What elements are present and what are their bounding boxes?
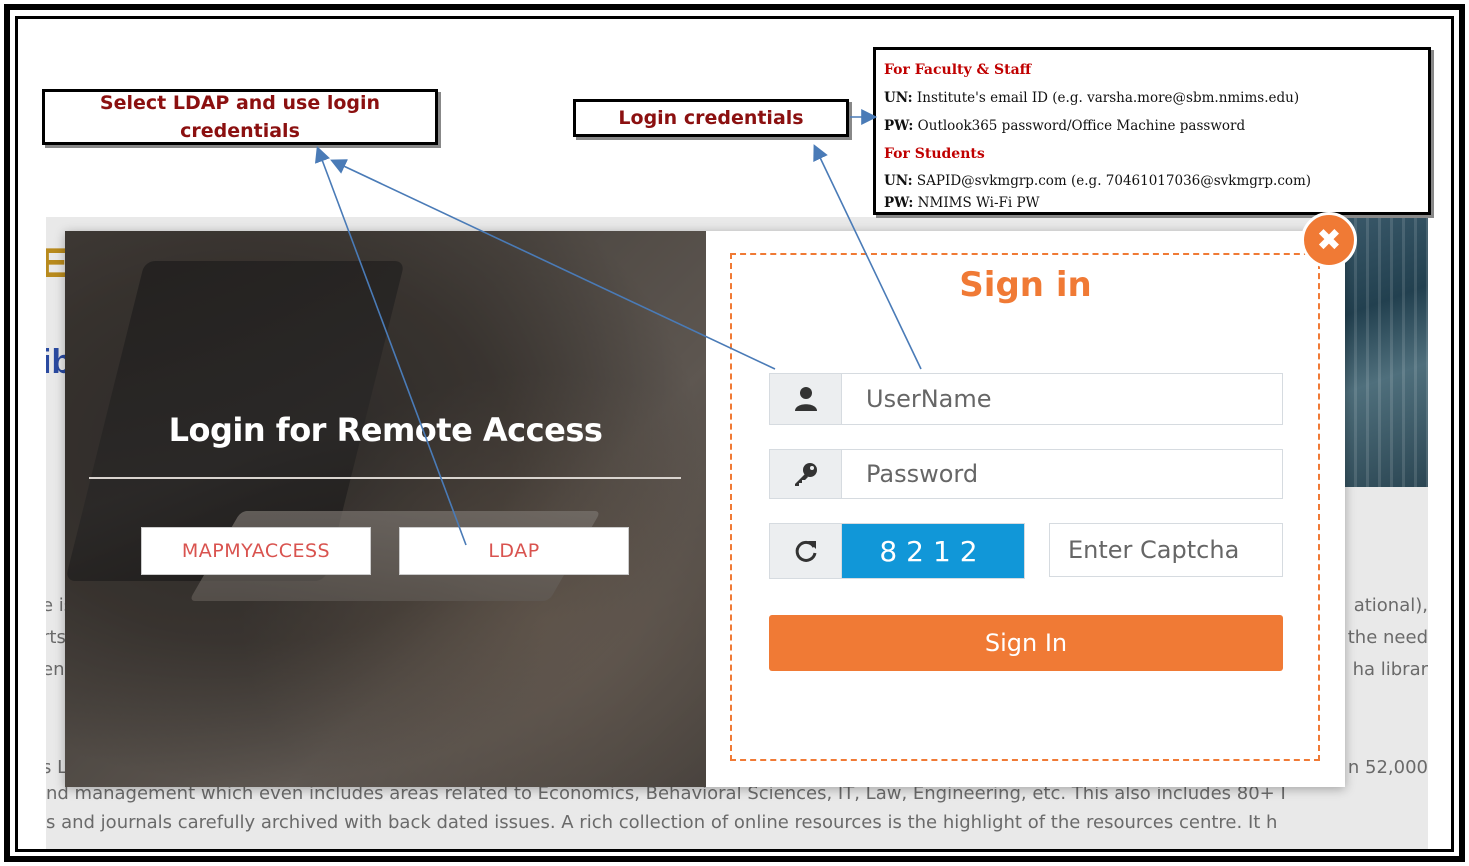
pw-label: PW: <box>884 195 914 211</box>
title-divider <box>89 477 681 479</box>
bg-right-fragment: ha librar <box>1352 659 1428 680</box>
faculty-un-text: Institute's email ID (e.g. varsha.more@s… <box>912 90 1300 106</box>
bg-left-fragment: rts <box>46 627 66 648</box>
students-password-line: PW: NMIMS Wi-Fi PW <box>884 194 1420 212</box>
students-un-text: SAPID@svkmgrp.com (e.g. 70461017036@svkm… <box>912 173 1312 189</box>
un-label: UN: <box>884 173 913 189</box>
captcha-group: 8212 <box>769 523 1025 579</box>
password-input[interactable] <box>842 450 1282 498</box>
students-pw-text: NMIMS Wi-Fi PW <box>913 195 1040 211</box>
signin-button[interactable]: Sign In <box>769 615 1283 671</box>
faculty-pw-text: Outlook365 password/Office Machine passw… <box>913 118 1246 134</box>
credentials-callout: Login credentials <box>573 99 849 137</box>
bg-paragraph-line: s and journals carefully archived with b… <box>46 812 1278 833</box>
captcha-input[interactable] <box>1049 523 1283 577</box>
modal-left-panel: Login for Remote Access MAPMYACCESS LDAP <box>65 231 706 787</box>
signin-form-border <box>730 253 1320 761</box>
students-heading: For Students <box>884 146 985 162</box>
user-icon <box>770 374 842 424</box>
modal-right-panel: Sign in 8212 Sign In <box>706 231 1345 787</box>
password-group <box>769 449 1283 499</box>
key-icon <box>770 450 842 498</box>
captcha-code: 8212 <box>842 524 1024 578</box>
un-label: UN: <box>884 90 913 106</box>
faculty-heading: For Faculty & Staff <box>884 62 1032 78</box>
mapmyaccess-button[interactable]: MAPMYACCESS <box>141 527 371 575</box>
login-modal: Login for Remote Access MAPMYACCESS LDAP… <box>65 231 1345 787</box>
signin-title: Sign in <box>959 265 1092 305</box>
students-username-line: UN: SAPID@svkmgrp.com (e.g. 70461017036@… <box>884 168 1420 194</box>
bg-right-fragment: the need <box>1347 627 1428 648</box>
refresh-captcha-icon[interactable] <box>770 524 842 578</box>
pw-label: PW: <box>884 118 914 134</box>
username-group <box>769 373 1283 425</box>
ldap-button[interactable]: LDAP <box>399 527 629 575</box>
image-overlay <box>65 231 706 787</box>
remote-access-title: Login for Remote Access <box>168 411 603 449</box>
faculty-password-line: PW: Outlook365 password/Office Machine p… <box>884 112 1420 140</box>
bg-left-fragment: s L <box>46 757 68 778</box>
faculty-username-line: UN: Institute's email ID (e.g. varsha.mo… <box>884 84 1420 112</box>
bg-left-fragment: en <box>46 659 65 680</box>
username-input[interactable] <box>842 374 1282 424</box>
credentials-info-box: For Faculty & Staff UN: Institute's emai… <box>873 47 1431 215</box>
close-icon[interactable]: ✖ <box>1301 212 1357 268</box>
bg-right-fragment: n 52,000 <box>1347 757 1428 778</box>
screenshot-frame: E ib e is rts en s L ational), the need … <box>15 16 1454 852</box>
bg-right-fragment: ational), <box>1353 595 1428 616</box>
ldap-callout: Select LDAP and use login credentials <box>42 89 438 145</box>
